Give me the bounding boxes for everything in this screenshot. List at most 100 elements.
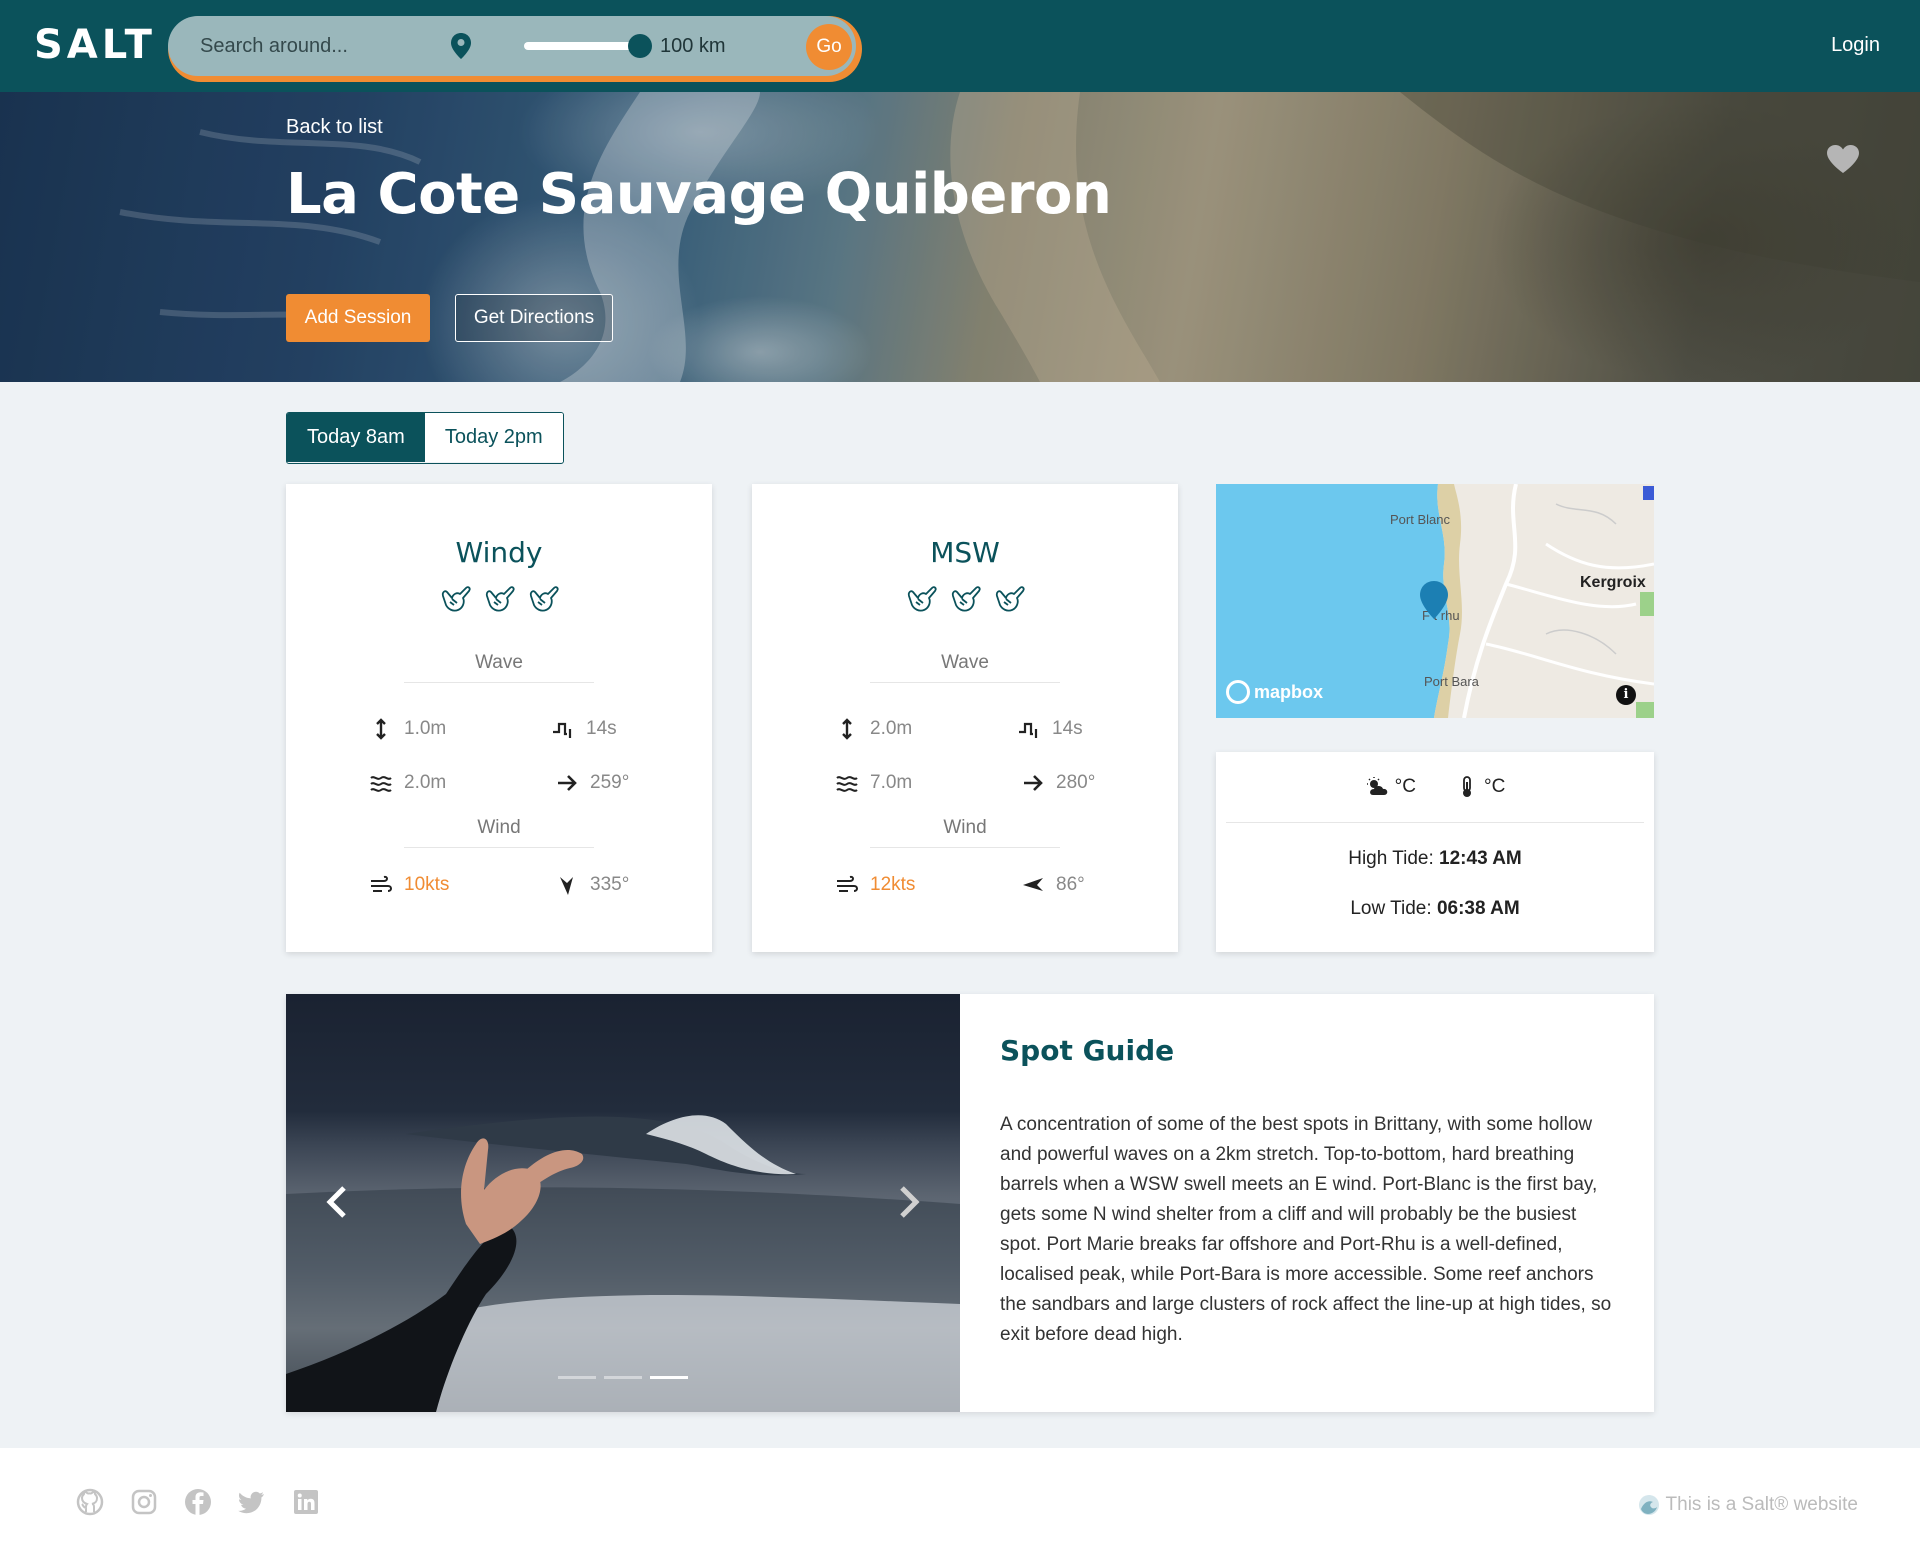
wind-direction-stat: 86° — [1022, 874, 1085, 896]
spot-guide-section: Spot Guide A concentration of some of th… — [286, 994, 1654, 1412]
tab-today-8am[interactable]: Today 8am — [287, 413, 425, 462]
wave-height-stat: 2.0m — [836, 718, 912, 740]
wave-period-stat: 14s — [552, 718, 617, 740]
waves-icon — [370, 776, 392, 792]
carousel-indicator[interactable] — [604, 1376, 642, 1379]
wave-section-label: Wave — [870, 652, 1060, 683]
direction-arrow-icon — [558, 775, 577, 791]
thermometer-icon — [1463, 776, 1471, 797]
site-credit-text: This is a Salt® website — [1665, 1494, 1858, 1515]
low-tide-label: Low Tide: — [1350, 898, 1432, 919]
add-session-button[interactable]: Add Session — [286, 294, 430, 342]
search-bar-inner: 100 km Go — [168, 16, 856, 76]
map-marker-icon[interactable] — [1418, 580, 1450, 620]
wind-direction-value: 86° — [1056, 874, 1085, 895]
period-icon — [553, 722, 572, 738]
weather-row: °C °C — [1216, 776, 1654, 798]
spot-map[interactable]: Port Blanc F t rhu Port Bara Kergroix ma… — [1216, 484, 1654, 718]
shaka-icon — [529, 586, 559, 612]
tab-today-2pm[interactable]: Today 2pm — [424, 413, 563, 462]
swell-direction-value: 259° — [590, 772, 630, 793]
wind-direction-arrow-icon — [1023, 878, 1043, 891]
map-label-kergroix: Kergroix — [1580, 574, 1646, 591]
hero-banner: Back to list La Cote Sauvage Quiberon Ad… — [0, 92, 1920, 382]
carousel-indicator-active[interactable] — [650, 1376, 688, 1379]
wave-period-stat: 14s — [1018, 718, 1083, 740]
chevron-right-icon[interactable] — [894, 1184, 922, 1220]
info-icon[interactable]: i — [1616, 685, 1636, 705]
air-temperature: °C — [1365, 776, 1416, 798]
mapbox-brand: mapbox — [1254, 681, 1324, 702]
search-bar: 100 km Go — [168, 16, 862, 82]
vertical-arrows-icon — [376, 718, 386, 740]
wind-speed-stat: 10kts — [370, 874, 449, 896]
surf-rating — [286, 582, 712, 616]
page-title: La Cote Sauvage Quiberon — [286, 162, 1112, 227]
github-icon[interactable] — [76, 1488, 104, 1516]
period-icon — [1019, 722, 1038, 738]
wave-height-value: 1.0m — [404, 718, 447, 739]
map-label-port-bara: Port Bara — [1424, 674, 1479, 689]
wind-speed-value: 12kts — [870, 874, 916, 895]
swell-direction-value: 280° — [1056, 772, 1096, 793]
wind-speed-stat: 12kts — [836, 874, 915, 896]
wind-icon — [837, 875, 858, 892]
shaka-icon — [951, 586, 981, 612]
facebook-icon[interactable] — [184, 1488, 212, 1516]
wave-height-value: 2.0m — [870, 718, 913, 739]
forecast-source-title: Windy — [455, 536, 543, 569]
wind-speed-value: 10kts — [404, 874, 450, 895]
wave-section-label: Wave — [404, 652, 594, 683]
radius-label: 100 km — [660, 35, 726, 57]
twitter-icon[interactable] — [238, 1488, 266, 1516]
wind-direction-value: 335° — [590, 874, 630, 895]
swell-value: 2.0m — [404, 772, 447, 793]
wind-direction-arrow-icon — [560, 877, 573, 895]
logo[interactable]: SALT — [34, 22, 156, 68]
location-pin-icon[interactable] — [450, 32, 472, 60]
water-temperature-unit: °C — [1484, 776, 1506, 797]
footer: This is a Salt® website — [0, 1448, 1920, 1565]
swell-value: 7.0m — [870, 772, 913, 793]
heart-icon[interactable] — [1826, 144, 1860, 174]
search-input[interactable] — [200, 30, 440, 62]
spot-guide-title: Spot Guide — [1000, 1034, 1175, 1067]
forecast-source-title: MSW — [930, 536, 1000, 569]
chevron-left-icon[interactable] — [324, 1184, 352, 1220]
get-directions-button[interactable]: Get Directions — [455, 294, 613, 342]
shaka-icon — [907, 586, 937, 612]
photo-carousel[interactable] — [286, 994, 960, 1412]
swell-direction-stat: 259° — [556, 772, 629, 794]
slider-track — [524, 42, 644, 50]
slider-thumb[interactable] — [628, 34, 652, 58]
back-to-list-link[interactable]: Back to list — [286, 116, 383, 139]
radius-slider[interactable] — [524, 34, 652, 58]
shaka-icon — [485, 586, 515, 612]
forecast-card-windy: Windy Wave 1.0m 14s 2.0m 259° Wind 10kts… — [286, 484, 712, 952]
wave-period-value: 14s — [586, 718, 617, 739]
vertical-arrows-icon — [842, 718, 852, 740]
high-tide-label: High Tide: — [1348, 848, 1434, 869]
wind-section-label: Wind — [870, 817, 1060, 848]
instagram-icon[interactable] — [130, 1488, 158, 1516]
go-button[interactable]: Go — [806, 24, 852, 70]
social-links — [76, 1488, 320, 1516]
wave-icon — [1638, 1495, 1659, 1515]
mapbox-logo-icon — [1226, 680, 1250, 704]
forecast-time-tabs: Today 8am Today 2pm — [286, 412, 564, 464]
carousel-photo — [286, 1115, 960, 1412]
shaka-icon — [441, 586, 471, 612]
linkedin-icon[interactable] — [292, 1488, 320, 1516]
login-link[interactable]: Login — [1831, 34, 1880, 57]
swell-direction-stat: 280° — [1022, 772, 1095, 794]
site-credit: This is a Salt® website — [1638, 1494, 1858, 1516]
swell-stat: 7.0m — [836, 772, 912, 794]
partly-cloudy-icon — [1366, 777, 1387, 795]
carousel-indicator[interactable] — [558, 1376, 596, 1379]
mapbox-logo[interactable]: mapbox — [1226, 680, 1323, 704]
forecast-card-msw: MSW Wave 2.0m 14s 7.0m 280° Wind 12kts 8… — [752, 484, 1178, 952]
wind-section-label: Wind — [404, 817, 594, 848]
high-tide: High Tide: 12:43 AM — [1216, 848, 1654, 870]
low-tide-time: 06:38 AM — [1436, 898, 1520, 919]
low-tide: Low Tide: 06:38 AM — [1216, 898, 1654, 920]
